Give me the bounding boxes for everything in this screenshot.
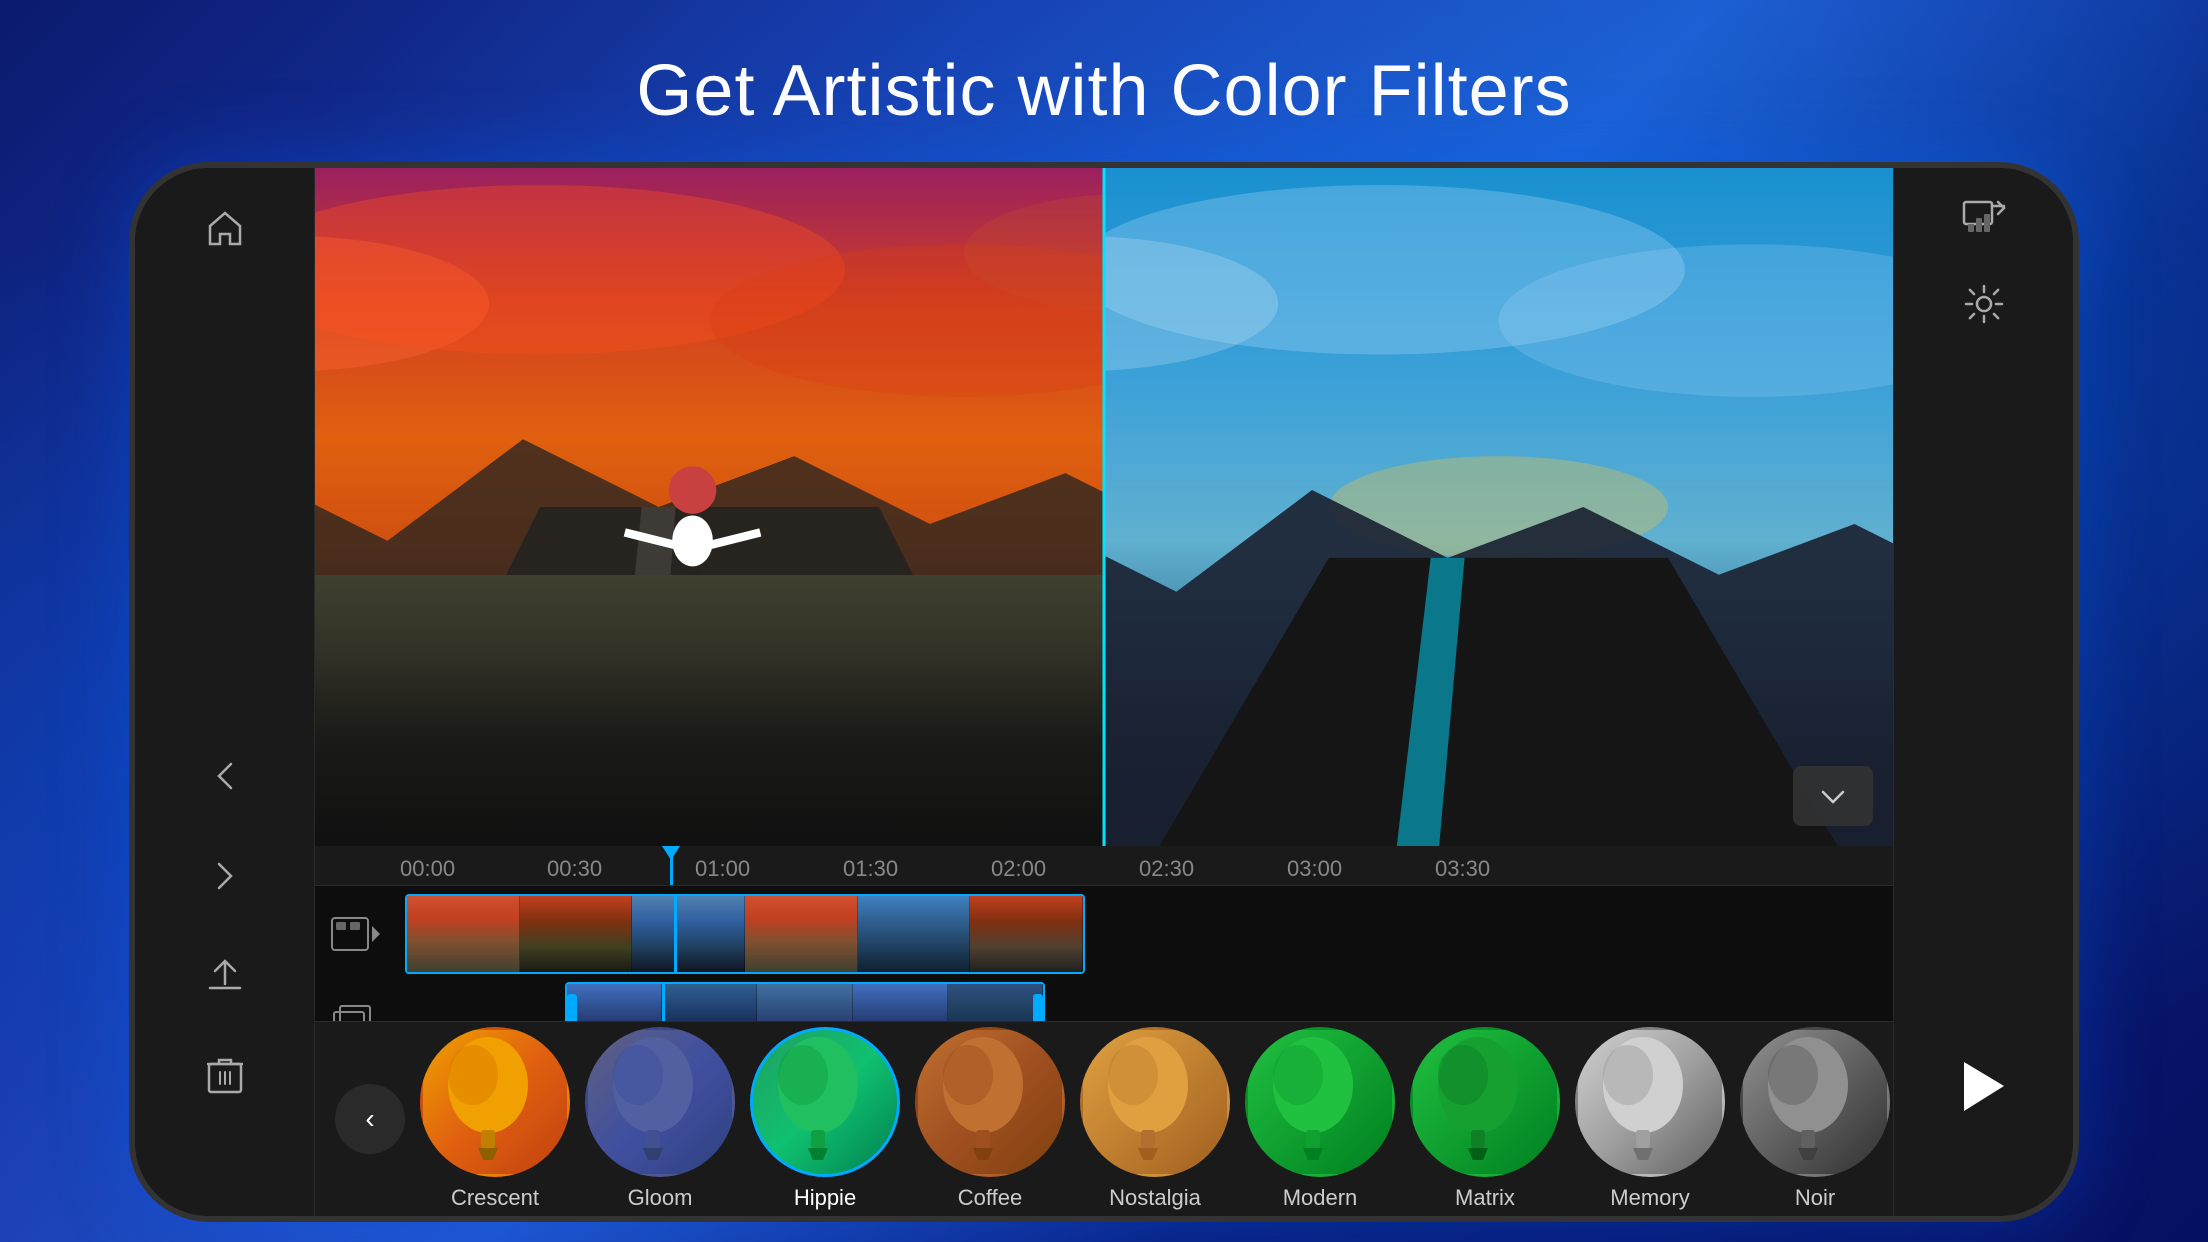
page-title: Get Artistic with Color Filters — [636, 50, 1571, 132]
left-sidebar — [135, 168, 315, 1216]
ruler-mark-3: 01:30 — [843, 856, 898, 882]
filter-back-button[interactable]: ‹ — [335, 1084, 405, 1154]
filter-item-modern[interactable]: Modern — [1245, 1027, 1395, 1211]
forward-icon[interactable] — [195, 846, 255, 906]
overlay-clips[interactable] — [395, 982, 1883, 1021]
filter-item-memory[interactable]: Memory — [1575, 1027, 1725, 1211]
upload-icon[interactable] — [195, 946, 255, 1006]
filter-item-crescent[interactable]: Crescent — [420, 1027, 570, 1211]
filter-item-noir[interactable]: Noir — [1740, 1027, 1890, 1211]
export-button[interactable] — [1962, 198, 2006, 234]
video-split-divider — [1103, 168, 1106, 846]
ruler-mark-1: 00:30 — [547, 856, 602, 882]
timeline-ruler: 00:00 00:30 01:00 01:30 02:00 02:30 03:0… — [315, 846, 1893, 886]
home-icon[interactable] — [195, 198, 255, 258]
filter-label-crescent: Crescent — [451, 1185, 539, 1211]
main-content: 00:00 00:30 01:00 01:30 02:00 02:30 03:0… — [315, 168, 1893, 1216]
filter-item-matrix[interactable]: Matrix — [1410, 1027, 1560, 1211]
ruler-mark-6: 03:00 — [1287, 856, 1342, 882]
phone-frame: 00:00 00:30 01:00 01:30 02:00 02:30 03:0… — [129, 162, 2079, 1222]
timeline-area: 00:00 00:30 01:00 01:30 02:00 02:30 03:0… — [315, 846, 1893, 1216]
video-track-row — [315, 894, 1893, 974]
video-preview — [315, 168, 1893, 846]
filter-label-gloom: Gloom — [628, 1185, 693, 1211]
back-icon[interactable] — [195, 746, 255, 806]
filter-item-gloom[interactable]: Gloom — [585, 1027, 735, 1211]
ruler-mark-4: 02:00 — [991, 856, 1046, 882]
filter-label-hippie: Hippie — [794, 1185, 856, 1211]
filter-label-noir: Noir — [1795, 1185, 1835, 1211]
filter-item-hippie[interactable]: Hippie — [750, 1027, 900, 1211]
ruler-mark-2: 01:00 — [695, 856, 750, 882]
video-left-half — [315, 168, 1104, 846]
filter-label-coffee: Coffee — [958, 1185, 1022, 1211]
ruler-mark-5: 02:30 — [1139, 856, 1194, 882]
right-sidebar — [1893, 168, 2073, 1216]
video-track-icon — [325, 904, 385, 964]
settings-button[interactable] — [1964, 284, 2004, 324]
track-container: 1 — [315, 886, 1893, 1021]
ruler-mark-0: 00:00 — [400, 856, 455, 882]
overlay-track-icon: 1 — [325, 992, 385, 1021]
filter-item-coffee[interactable]: Coffee — [915, 1027, 1065, 1211]
collapse-button[interactable] — [1793, 766, 1873, 826]
overlay-track-row: 1 — [315, 982, 1893, 1021]
filter-strip: ‹ Crescent — [315, 1021, 1893, 1216]
filter-label-modern: Modern — [1283, 1185, 1358, 1211]
main-video-clips[interactable] — [395, 894, 1883, 974]
filter-label-nostalgia: Nostalgia — [1109, 1185, 1201, 1211]
filter-item-nostalgia[interactable]: Nostalgia — [1080, 1027, 1230, 1211]
delete-icon[interactable] — [195, 1046, 255, 1106]
video-right-half — [1104, 168, 1893, 846]
filter-label-matrix: Matrix — [1455, 1185, 1515, 1211]
ruler-mark-7: 03:30 — [1435, 856, 1490, 882]
filter-label-memory: Memory — [1610, 1185, 1689, 1211]
play-button[interactable] — [1959, 1059, 2009, 1126]
